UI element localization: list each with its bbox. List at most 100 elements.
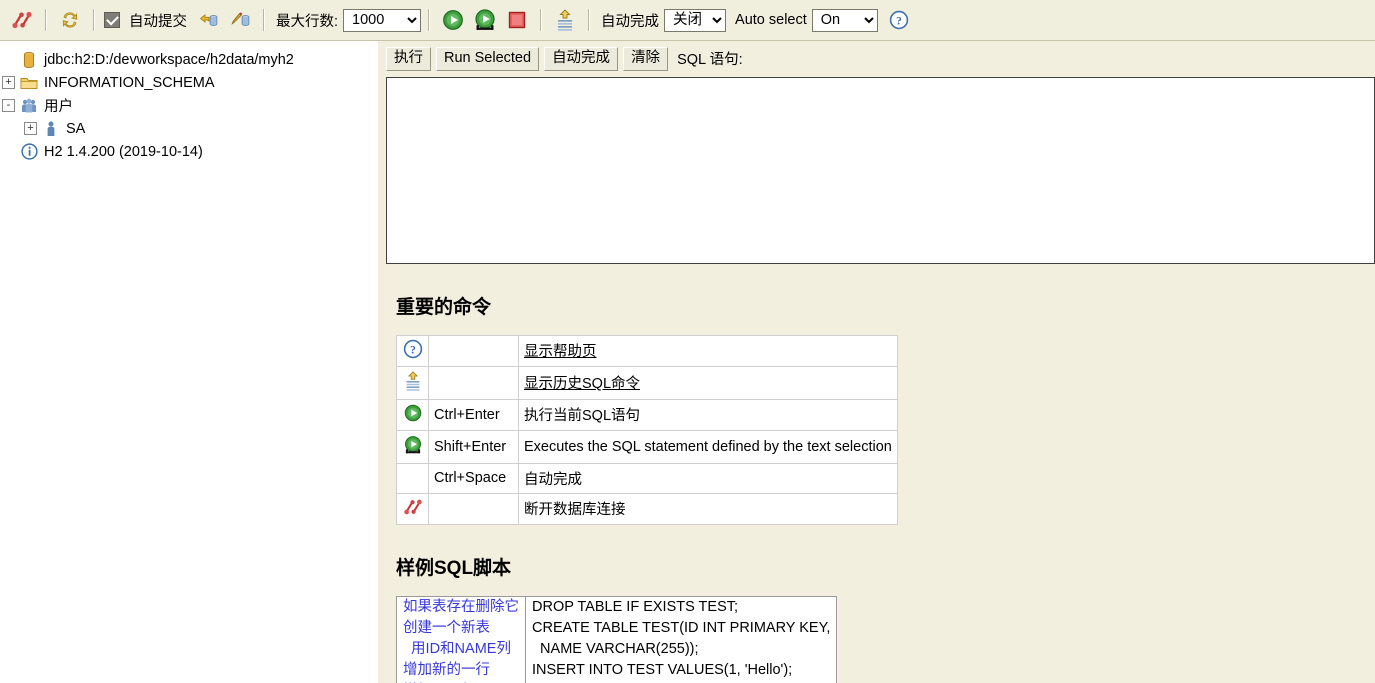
tree-item-label[interactable]: INFORMATION_SCHEMA [44, 75, 215, 91]
command-shortcut-cell: Ctrl+Space [428, 462, 519, 494]
important-commands-table: ? 显示帮助页显示历史SQL命令 Ctrl+Enter 执行当前SQL语句 Shift+… [396, 334, 898, 525]
sql-statement-label: SQL 语句: [677, 52, 743, 69]
sample-heading: 样例SQL脚本 [396, 557, 512, 579]
tree-item[interactable]: + INFORMATION_SCHEMA [0, 71, 378, 94]
help-icon[interactable]: ? [886, 7, 912, 33]
command-description-cell: Executes the SQL statement defined by th… [518, 429, 898, 464]
autoselect-select[interactable]: OnOff [811, 8, 878, 32]
tree-item-label[interactable]: H2 1.4.200 (2019-10-14) [44, 144, 203, 160]
command-icon-cell[interactable]: ? [396, 334, 429, 367]
toolbar-separator-1 [45, 9, 47, 31]
folder-icon [19, 74, 39, 92]
svg-text:?: ? [896, 16, 902, 28]
run-selected-button[interactable]: Run Selected [436, 47, 540, 71]
command-shortcut-cell: Shift+Enter [428, 429, 519, 464]
disconnect-icon[interactable] [9, 7, 35, 33]
command-description: Executes the SQL statement defined by th… [524, 438, 892, 455]
command-description-cell[interactable]: 显示帮助页 [518, 334, 898, 367]
table-row: 断开数据库连接 [396, 492, 898, 525]
sample-comment-cell: 增加新的一行 [396, 659, 526, 681]
command-icon-cell[interactable] [396, 492, 429, 525]
run-icon[interactable] [440, 7, 466, 33]
tree-item[interactable]: - 用户 [0, 94, 378, 117]
main-toolbar: 自动提交 最大行数: 11020501002005001000100002000… [0, 0, 1375, 41]
run-selected-icon[interactable] [472, 7, 498, 33]
commands-heading: 重要的命令 [396, 296, 492, 318]
tree-item-label[interactable]: jdbc:h2:D:/devworkspace/h2data/myh2 [44, 52, 294, 68]
command-icon-cell [396, 462, 429, 494]
table-row: Shift+Enter Executes the SQL statement de… [396, 429, 898, 464]
database-icon [19, 51, 39, 69]
sample-code-cell: DROP TABLE IF EXISTS TEST; [532, 598, 739, 615]
command-icon-cell[interactable] [396, 365, 429, 400]
stop-icon[interactable] [504, 7, 530, 33]
tree-expander-expand[interactable]: + [2, 76, 15, 89]
tree-item-label[interactable]: SA [66, 121, 85, 137]
sample-comment-cell: 用ID和NAME列 [396, 638, 526, 660]
table-row: Ctrl+Space 自动完成 [396, 462, 898, 494]
autocommit-checkbox[interactable] [104, 12, 120, 28]
toolbar-separator-6 [588, 9, 591, 31]
rollback-icon[interactable] [227, 7, 253, 33]
history-icon[interactable] [552, 7, 578, 33]
sample-sql-row: 如果表存在删除它 DROP TABLE IF EXISTS TEST; [396, 596, 837, 618]
table-row: 显示历史SQL命令 [396, 365, 898, 400]
command-icon-cell[interactable] [396, 398, 429, 431]
main-content-panel: 执行 Run Selected 自动完成 清除 SQL 语句: 重要的命令 ? 显… [378, 41, 1375, 683]
command-shortcut-cell [428, 492, 519, 525]
tree-item[interactable]: jdbc:h2:D:/devworkspace/h2data/myh2 [0, 48, 378, 71]
tree-item[interactable]: + SA [0, 117, 378, 140]
execute-button[interactable]: 执行 [386, 47, 431, 71]
run-icon[interactable] [403, 404, 423, 427]
tree-item-label[interactable]: 用户 [44, 95, 73, 116]
database-tree-sidebar: jdbc:h2:D:/devworkspace/h2data/myh2 + INFO… [0, 41, 378, 683]
autocomplete-button[interactable]: 自动完成 [544, 47, 619, 71]
commit-icon[interactable] [195, 7, 221, 33]
sample-code-cell: CREATE TABLE TEST(ID INT PRIMARY KEY, [532, 619, 831, 636]
command-icon-cell[interactable] [396, 429, 429, 464]
maxrows-select[interactable]: 110205010020050010001000020000 [343, 8, 422, 32]
sample-comment-cell: 创建一个新表 [396, 617, 526, 639]
sample-code-cell: NAME VARCHAR(255)); [532, 640, 699, 657]
autocomplete-label: 自动完成 [601, 13, 660, 30]
sql-toolbar: 执行 Run Selected 自动完成 清除 SQL 语句: [378, 41, 1375, 75]
command-description[interactable]: 显示历史SQL命令 [524, 376, 640, 392]
sample-sql-row: 用ID和NAME列 NAME VARCHAR(255)); [396, 638, 837, 660]
maxrows-label: 最大行数: [276, 13, 339, 30]
sample-code-cell: INSERT INTO TEST VALUES(1, 'Hello'); [532, 661, 793, 678]
sql-input[interactable] [386, 76, 1375, 264]
user-icon [41, 120, 61, 138]
command-shortcut-cell [428, 365, 519, 400]
toolbar-separator-4 [428, 9, 431, 31]
command-description[interactable]: 显示帮助页 [524, 344, 597, 360]
tree-item[interactable]: H2 1.4.200 (2019-10-14) [0, 140, 378, 163]
sample-sql-row: 创建一个新表 CREATE TABLE TEST(ID INT PRIMARY K… [396, 617, 837, 639]
command-description-cell: 执行当前SQL语句 [518, 398, 898, 431]
clear-button[interactable]: 清除 [623, 47, 669, 71]
tree-expander-expand[interactable]: + [24, 122, 37, 135]
help-icon[interactable]: ? [403, 339, 423, 363]
sample-comment-cell: 如果表存在删除它 [396, 596, 526, 618]
table-row: Ctrl+Enter 执行当前SQL语句 [396, 398, 898, 431]
autocommit-label: 自动提交 [129, 13, 187, 30]
command-description-cell: 自动完成 [518, 462, 898, 494]
toolbar-separator-3 [263, 9, 265, 31]
run-selected-icon[interactable] [403, 435, 423, 460]
command-description-cell: 断开数据库连接 [518, 492, 898, 525]
history-icon[interactable] [403, 371, 423, 396]
table-row: ? 显示帮助页 [396, 334, 898, 367]
autocomplete-select[interactable]: 关闭正常全部 [664, 8, 727, 32]
command-description-cell[interactable]: 显示历史SQL命令 [518, 365, 898, 400]
command-shortcut-cell [428, 334, 519, 367]
command-description: 执行当前SQL语句 [524, 408, 641, 425]
users-icon [19, 97, 39, 115]
tree-expander-collapse[interactable]: - [2, 99, 15, 112]
command-description: 自动完成 [524, 471, 582, 488]
toolbar-separator-2 [93, 9, 95, 31]
autocommit-toggle[interactable]: 自动提交 [104, 10, 192, 31]
refresh-icon[interactable] [57, 7, 83, 33]
toolbar-separator-5 [540, 9, 543, 31]
svg-text:?: ? [410, 344, 416, 356]
disconnect-icon[interactable] [403, 499, 423, 521]
command-description: 断开数据库连接 [524, 502, 626, 519]
